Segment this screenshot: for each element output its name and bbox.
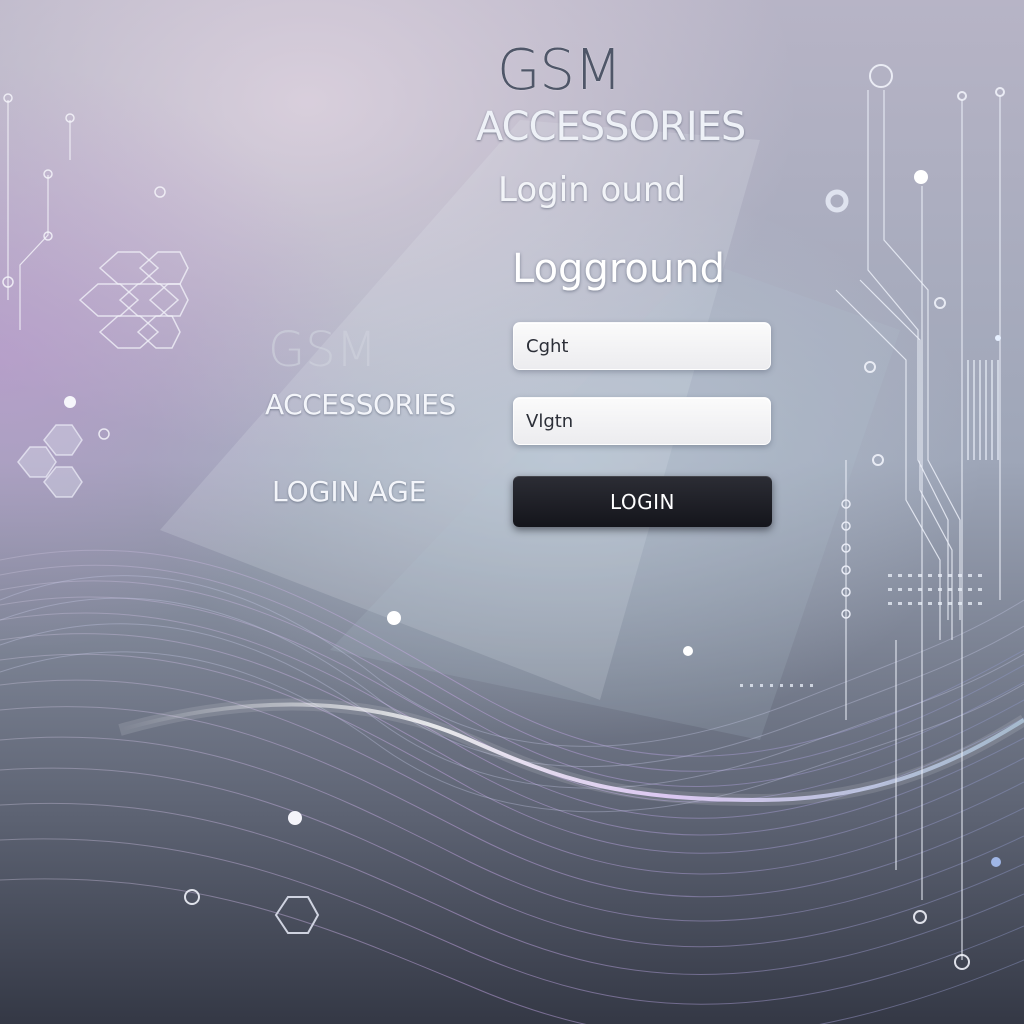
- left-brand-subtitle: ACCESSORIES: [265, 388, 456, 421]
- login-heading: Login ound: [498, 170, 687, 210]
- brand-subtitle: ACCESSORIES: [476, 104, 746, 150]
- login-button[interactable]: LOGIN: [513, 476, 772, 527]
- password-input[interactable]: [513, 397, 771, 445]
- left-brand-title: GSM: [268, 322, 378, 378]
- background-decoration: [0, 64, 1024, 1024]
- background-heading: Logground: [512, 246, 725, 292]
- brand-title: GSM: [497, 38, 622, 103]
- username-input[interactable]: [513, 322, 771, 370]
- login-page-label: LOGIN AGE: [272, 475, 427, 508]
